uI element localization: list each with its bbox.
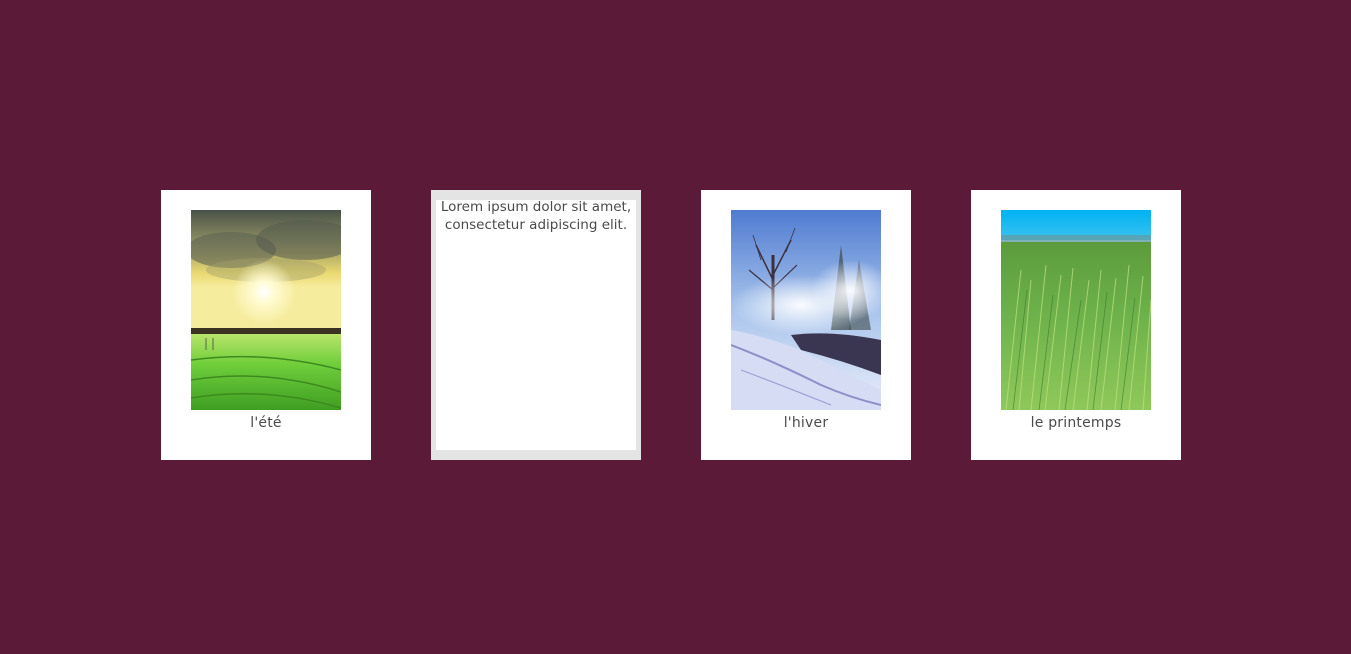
card-text[interactable]: Lorem ipsum dolor sit amet, consectetur …	[431, 190, 641, 460]
card-description: Lorem ipsum dolor sit amet, consectetur …	[440, 199, 632, 233]
card-caption: l'hiver	[783, 415, 829, 431]
card-summer[interactable]: l'été	[161, 190, 371, 460]
spring-wheat-photo	[1001, 210, 1151, 410]
summer-field-photo	[191, 210, 341, 410]
card-spring[interactable]: le printemps	[971, 190, 1181, 460]
winter-river-photo	[731, 210, 881, 410]
card-caption: le printemps	[1030, 415, 1122, 431]
card-winter[interactable]: l'hiver	[701, 190, 911, 460]
card-text-panel: Lorem ipsum dolor sit amet, consectetur …	[436, 199, 636, 450]
card-caption: l'été	[250, 415, 282, 431]
